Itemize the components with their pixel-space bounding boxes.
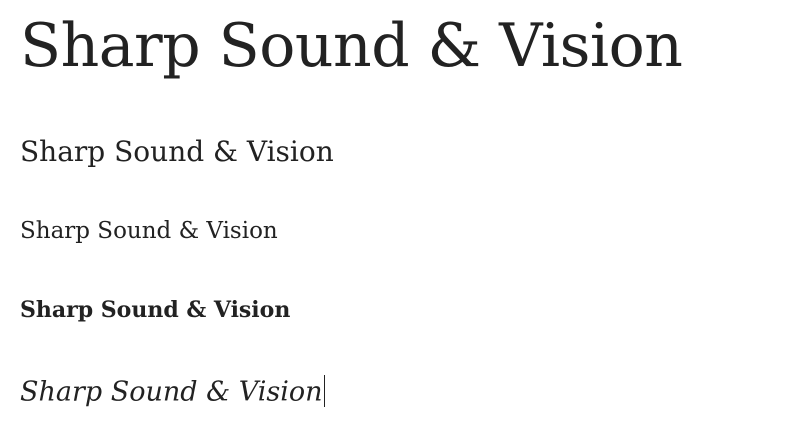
sample-italic-text[interactable]: Sharp Sound & Vision: [20, 377, 323, 408]
sample-regular: Sharp Sound & Vision: [20, 218, 278, 244]
sample-italic-editable[interactable]: Sharp Sound & Vision: [20, 375, 325, 409]
sample-heading: Sharp Sound & Vision: [20, 11, 683, 81]
sample-large: Sharp Sound & Vision: [20, 135, 334, 168]
text-cursor: [323, 375, 325, 407]
sample-bold: Sharp Sound & Vision: [20, 297, 291, 323]
